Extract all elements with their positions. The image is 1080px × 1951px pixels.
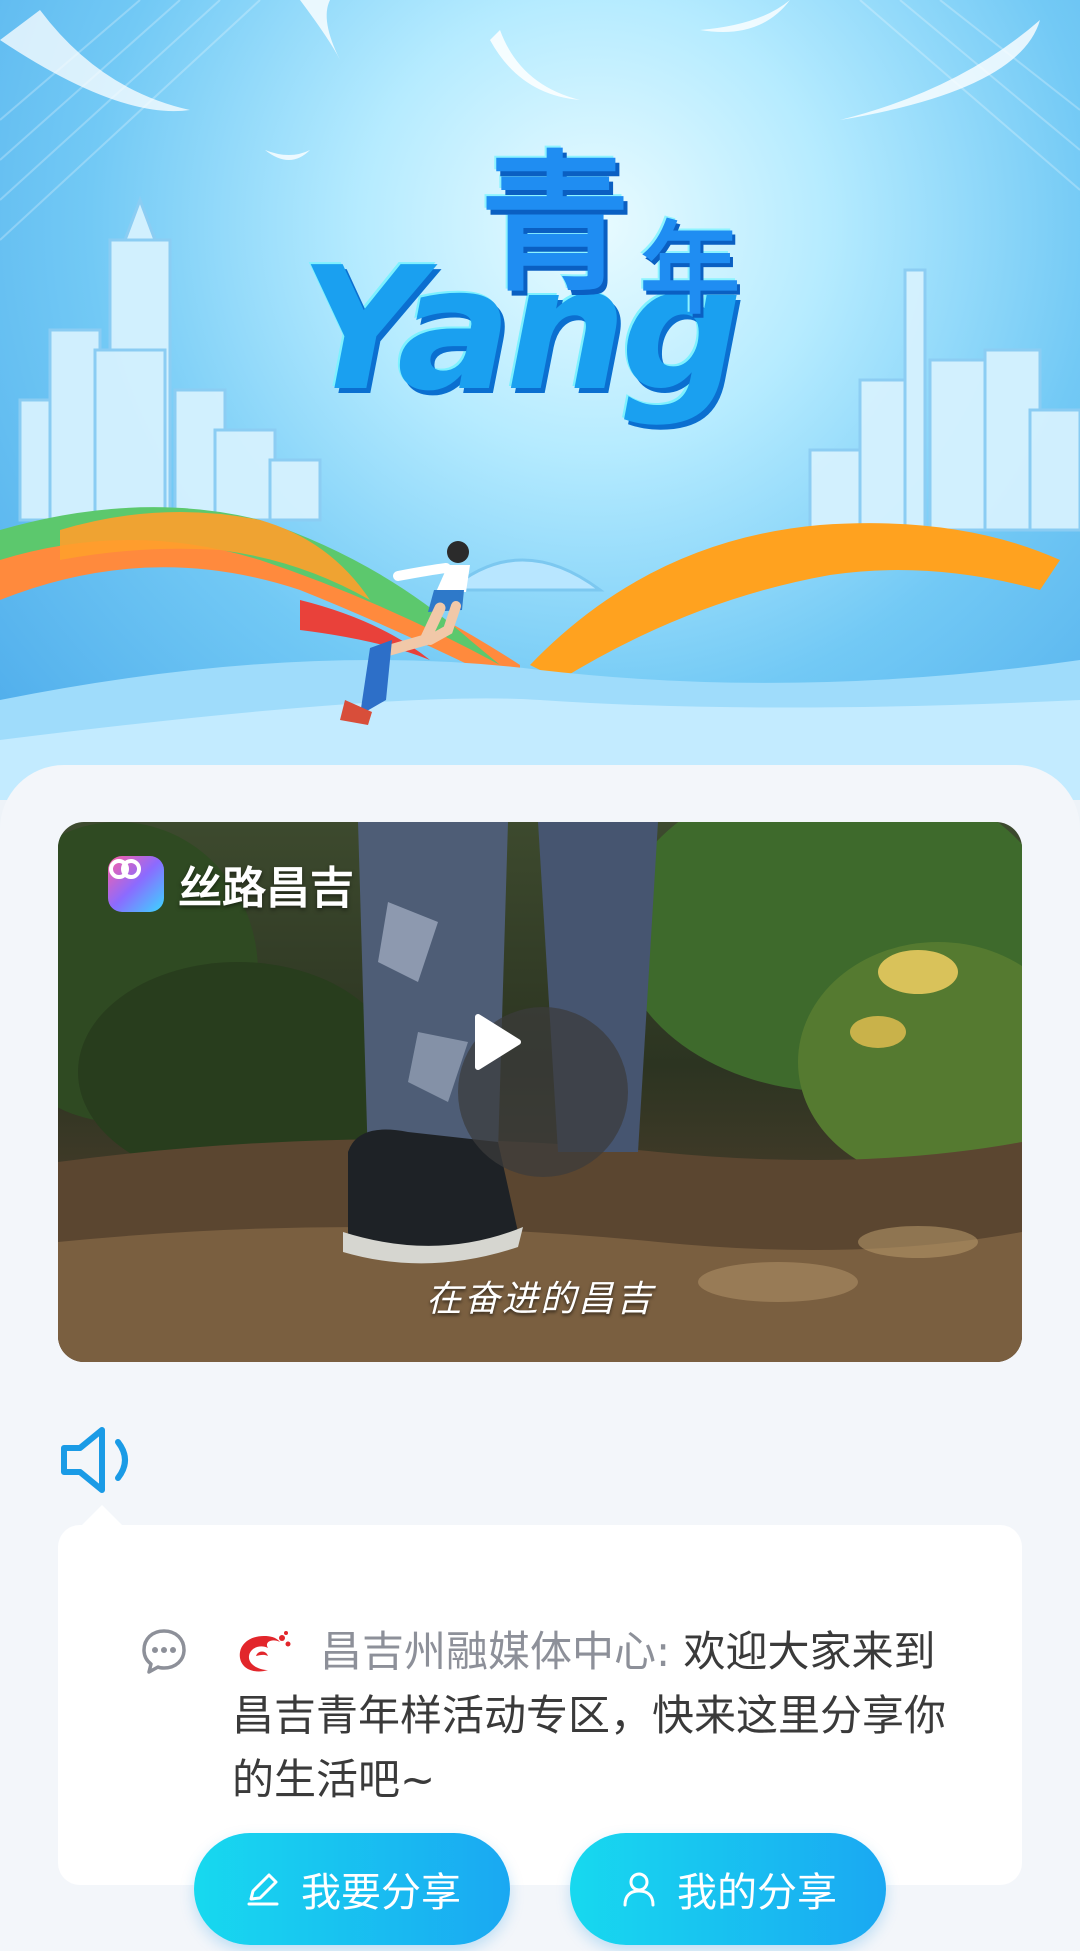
notice-pointer bbox=[80, 1505, 124, 1527]
share-button[interactable]: 我要分享 bbox=[194, 1833, 510, 1945]
user-icon bbox=[623, 1872, 655, 1907]
hero-banner: Yang 青 年 bbox=[0, 0, 1080, 800]
speaker-icon bbox=[61, 1427, 128, 1493]
my-shares-button[interactable]: 我的分享 bbox=[570, 1833, 886, 1945]
chat-bubble-icon bbox=[140, 1627, 188, 1679]
hero-title-cn-main: 青 bbox=[480, 138, 631, 312]
my-shares-button-label: 我的分享 bbox=[677, 1870, 837, 1916]
brand-logo-icon bbox=[108, 856, 164, 912]
notice-author: 昌吉州融媒体中心: bbox=[320, 1627, 671, 1676]
pencil-icon bbox=[247, 1873, 279, 1906]
play-button[interactable] bbox=[458, 1007, 628, 1177]
hero-title-cn-second: 年 bbox=[640, 211, 740, 328]
notice-message: 昌吉州融媒体中心: 欢迎大家来到昌吉青年样活动专区，快来这里分享你的生活吧~ bbox=[232, 1620, 952, 1812]
speaker-button[interactable] bbox=[56, 1420, 146, 1500]
video-brand-name: 丝路昌吉 bbox=[178, 863, 354, 914]
share-button-label: 我要分享 bbox=[301, 1870, 461, 1916]
video-caption: 在奋进的昌吉 bbox=[425, 1279, 654, 1320]
play-icon bbox=[475, 1014, 521, 1070]
video-player[interactable]: 丝路昌吉 在奋进的昌吉 bbox=[58, 822, 1022, 1362]
hero-title: Yang 青 年 bbox=[0, 0, 1080, 480]
video-brand: 丝路昌吉 bbox=[108, 852, 354, 916]
